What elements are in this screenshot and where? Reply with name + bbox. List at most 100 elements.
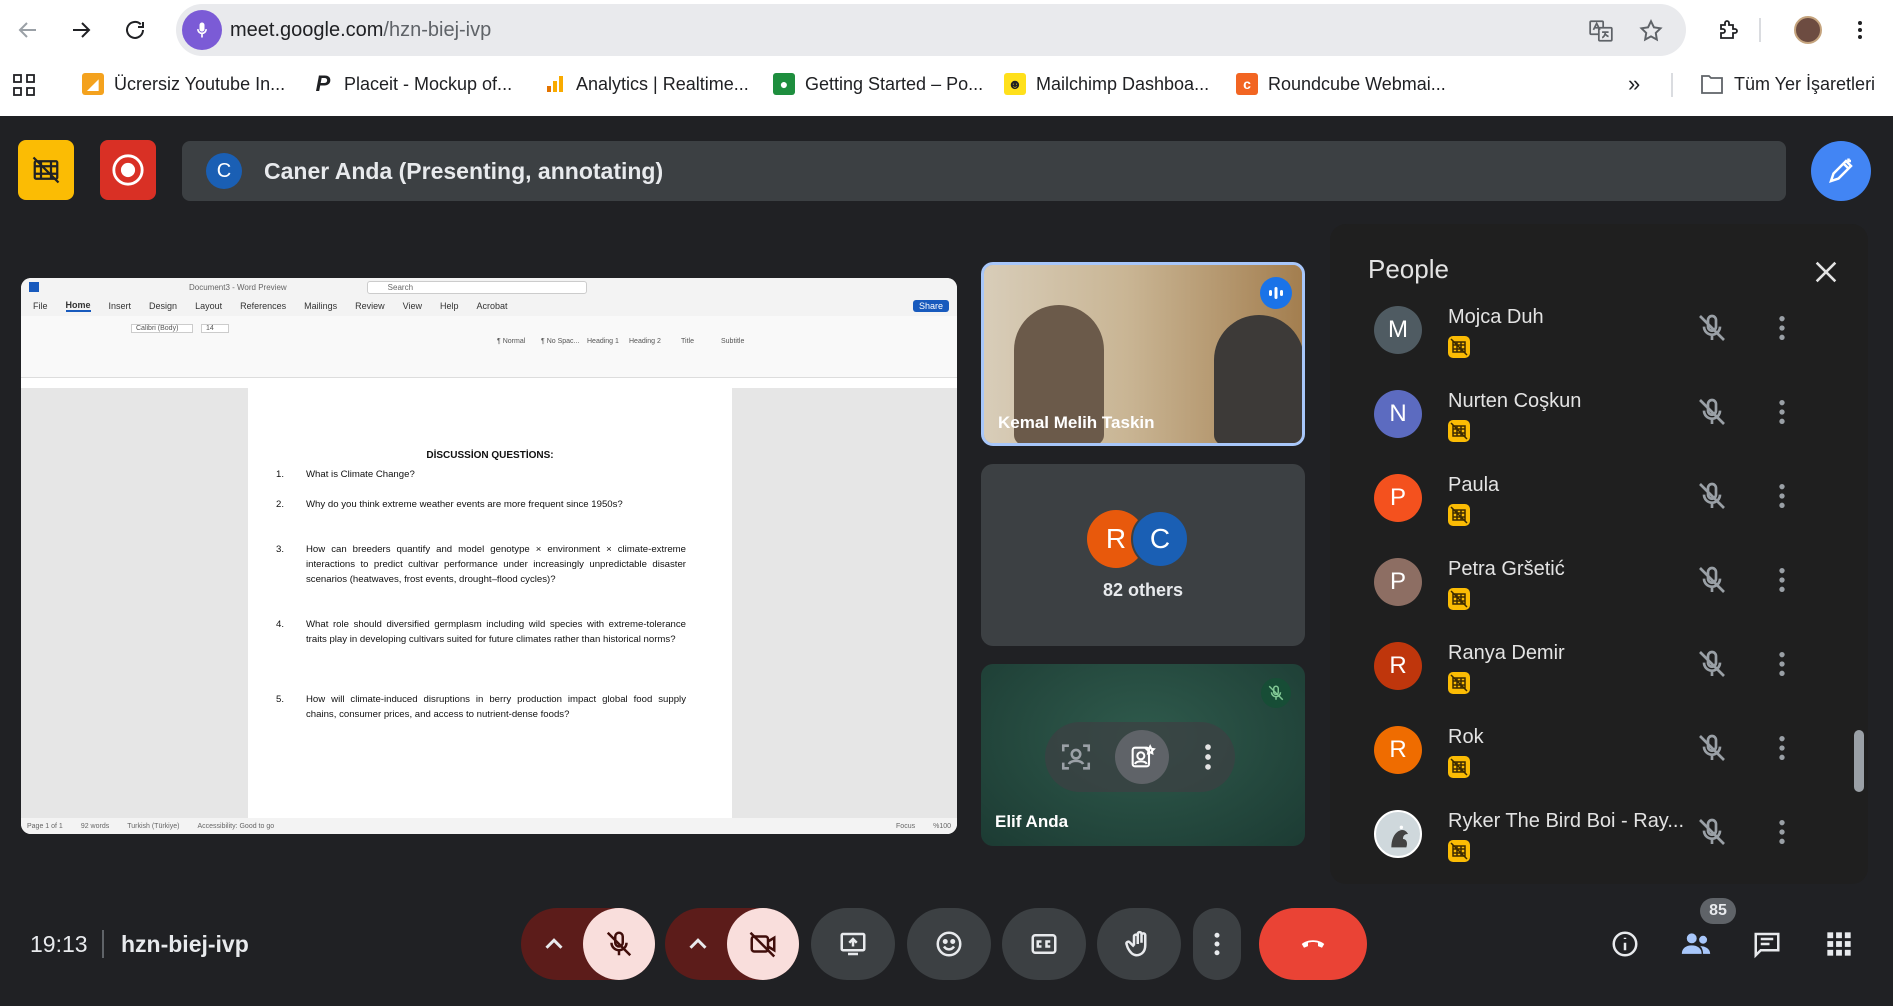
participant-more-icon[interactable] bbox=[1766, 564, 1798, 596]
emoji-icon bbox=[936, 931, 962, 957]
word-menu-item[interactable]: Review bbox=[355, 301, 385, 311]
font-size-select[interactable]: 14 bbox=[201, 324, 229, 333]
analytics-icon bbox=[544, 73, 566, 95]
hand-icon bbox=[1125, 930, 1147, 957]
elif-tile[interactable]: Elif Anda bbox=[981, 664, 1305, 846]
folder-icon bbox=[1701, 75, 1723, 94]
word-menu-item[interactable]: View bbox=[403, 301, 422, 311]
audio-options-icon[interactable] bbox=[539, 929, 569, 959]
word-menu-item[interactable]: Layout bbox=[195, 301, 222, 311]
address-bar[interactable]: meet.google.com/hzn-biej-ivp bbox=[176, 4, 1686, 56]
annotate-button[interactable] bbox=[1811, 141, 1871, 201]
video-options-icon[interactable] bbox=[683, 929, 713, 959]
bird-icon: ◢ bbox=[82, 73, 104, 95]
participant-row[interactable]: N Nurten Coşkun bbox=[1374, 378, 1834, 448]
bookmark-item[interactable]: c Roundcube Webmai... bbox=[1236, 62, 1446, 106]
speaking-icon bbox=[1260, 277, 1292, 309]
participant-more-icon[interactable] bbox=[1766, 816, 1798, 848]
bookmark-star-icon[interactable] bbox=[1638, 18, 1664, 44]
participant-more-icon[interactable] bbox=[1766, 312, 1798, 344]
chat-button[interactable] bbox=[1743, 920, 1791, 968]
shared-screen: Document3 - Word Preview Search File Hom… bbox=[21, 278, 957, 834]
word-search[interactable]: Search bbox=[366, 280, 587, 294]
bookmark-item[interactable]: ● Getting Started – Po... bbox=[773, 62, 983, 106]
camera-off-icon bbox=[749, 931, 776, 958]
others-tile[interactable]: R C 82 others bbox=[981, 464, 1305, 646]
font-select[interactable]: Calibri (Body) bbox=[131, 324, 193, 333]
raise-hand-button[interactable] bbox=[1097, 908, 1181, 980]
presenter-avatar: C bbox=[206, 153, 242, 189]
word-menu-item[interactable]: Insert bbox=[109, 301, 132, 311]
participant-name: Rok bbox=[1448, 726, 1484, 748]
chrome-menu-icon[interactable] bbox=[1842, 12, 1878, 48]
all-bookmarks[interactable]: Tüm Yer İşaretleri bbox=[1700, 62, 1875, 106]
style-item[interactable]: Title bbox=[681, 338, 694, 345]
present-button[interactable] bbox=[811, 908, 895, 980]
activities-button[interactable] bbox=[1815, 920, 1863, 968]
more-bookmarks-icon[interactable]: » bbox=[1628, 62, 1640, 106]
participant-row[interactable]: P Paula bbox=[1374, 462, 1834, 532]
no-camera-banner-button[interactable] bbox=[18, 140, 74, 200]
camera-off-badge-icon bbox=[1448, 588, 1470, 610]
participant-row[interactable]: R Ranya Demir bbox=[1374, 630, 1834, 700]
forward-icon[interactable] bbox=[63, 12, 99, 48]
tile-more-icon[interactable] bbox=[1191, 740, 1225, 774]
participant-row[interactable]: M Mojca Duh bbox=[1374, 294, 1834, 364]
captions-button[interactable] bbox=[1002, 908, 1086, 980]
word-share-button[interactable]: Share bbox=[912, 300, 949, 312]
reload-icon[interactable] bbox=[117, 12, 153, 48]
mic-off-icon bbox=[1261, 678, 1291, 708]
leave-call-button[interactable] bbox=[1259, 908, 1367, 980]
word-menu-item[interactable]: References bbox=[240, 301, 286, 311]
style-item[interactable]: Heading 1 bbox=[587, 338, 619, 345]
word-menu-item[interactable]: Acrobat bbox=[477, 301, 508, 311]
word-menu-item[interactable]: File bbox=[33, 301, 48, 311]
style-item[interactable]: Heading 2 bbox=[629, 338, 661, 345]
word-title: Document3 - Word Preview bbox=[189, 282, 287, 292]
participant-row[interactable]: R Rok bbox=[1374, 714, 1834, 784]
style-item[interactable]: Subtitle bbox=[721, 338, 744, 345]
style-item[interactable]: ¶ Normal bbox=[497, 338, 525, 345]
bookmark-item[interactable]: ◢ Ücrersiz Youtube In... bbox=[82, 62, 285, 106]
question-item: 2. Why do you think extreme weather event… bbox=[276, 499, 623, 510]
question-item: 5. How will climate-induced disruptions i… bbox=[276, 694, 686, 720]
participant-row[interactable]: P Petra Gršetić bbox=[1374, 546, 1834, 616]
word-menu-item[interactable]: Mailings bbox=[304, 301, 337, 311]
participant-more-icon[interactable] bbox=[1766, 480, 1798, 512]
style-item[interactable]: ¶ No Spac... bbox=[541, 338, 579, 345]
mic-toggle-button[interactable] bbox=[583, 908, 655, 980]
bookmark-divider bbox=[1671, 73, 1673, 97]
participant-row[interactable]: Ryker The Bird Boi - Ray... bbox=[1374, 798, 1834, 868]
pin-person-icon bbox=[1131, 744, 1156, 768]
camera-toggle-button[interactable] bbox=[727, 908, 799, 980]
participant-more-icon[interactable] bbox=[1766, 396, 1798, 428]
bookmark-item[interactable]: P Placeit - Mockup of... bbox=[312, 62, 512, 106]
profile-avatar[interactable] bbox=[1794, 16, 1822, 44]
participant-more-icon[interactable] bbox=[1766, 648, 1798, 680]
word-menu-item[interactable]: Design bbox=[149, 301, 177, 311]
participant-avatar: P bbox=[1374, 558, 1422, 606]
bookmark-item[interactable]: ☻ Mailchimp Dashboa... bbox=[1004, 62, 1209, 106]
people-button[interactable] bbox=[1672, 920, 1720, 968]
participant-more-icon[interactable] bbox=[1766, 732, 1798, 764]
more-options-button[interactable] bbox=[1193, 908, 1241, 980]
speaker-tile[interactable]: Kemal Melih Taskin bbox=[981, 262, 1305, 446]
reactions-button[interactable] bbox=[907, 908, 991, 980]
recording-button[interactable] bbox=[100, 140, 156, 200]
camera-off-badge-icon bbox=[1448, 336, 1470, 358]
extensions-icon[interactable] bbox=[1710, 12, 1746, 48]
camera-off-badge-icon bbox=[1448, 420, 1470, 442]
apps-grid-icon[interactable] bbox=[12, 73, 36, 97]
word-menu-item[interactable]: Home bbox=[65, 300, 91, 312]
mic-icon[interactable] bbox=[182, 10, 222, 50]
word-menu: File Home Insert Design Layout Reference… bbox=[21, 296, 957, 316]
bookmark-item[interactable]: Analytics | Realtime... bbox=[544, 62, 749, 106]
close-icon[interactable] bbox=[1812, 258, 1840, 286]
word-menu-item[interactable]: Help bbox=[440, 301, 459, 311]
pin-button[interactable] bbox=[1115, 730, 1169, 784]
translate-icon[interactable] bbox=[1588, 18, 1614, 44]
meeting-details-button[interactable] bbox=[1601, 920, 1649, 968]
back-icon[interactable] bbox=[10, 12, 46, 48]
panel-scrollbar[interactable] bbox=[1854, 730, 1864, 792]
frame-person-icon[interactable] bbox=[1059, 740, 1093, 774]
